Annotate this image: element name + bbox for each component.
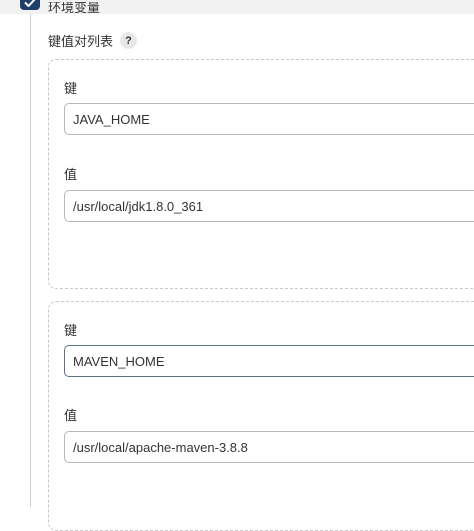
key-input[interactable]: [64, 103, 474, 135]
value-input[interactable]: [64, 431, 474, 463]
key-input[interactable]: [64, 345, 474, 377]
env-vars-checkbox[interactable]: [20, 0, 40, 10]
key-value-card: 键 值: [48, 301, 474, 531]
value-input[interactable]: [64, 190, 474, 222]
list-label-row: 键值对列表 ?: [48, 31, 138, 50]
list-label: 键值对列表: [48, 34, 114, 49]
checkmark-icon: [24, 0, 36, 7]
value-label: 值: [64, 408, 78, 423]
section-guide-line: [30, 14, 31, 507]
key-label: 键: [64, 323, 78, 338]
value-label: 值: [64, 167, 78, 182]
section-title: 环境变量: [48, 2, 101, 14]
key-label: 键: [64, 81, 78, 96]
help-icon[interactable]: ?: [120, 32, 138, 49]
key-value-card: 键 值: [48, 59, 474, 289]
